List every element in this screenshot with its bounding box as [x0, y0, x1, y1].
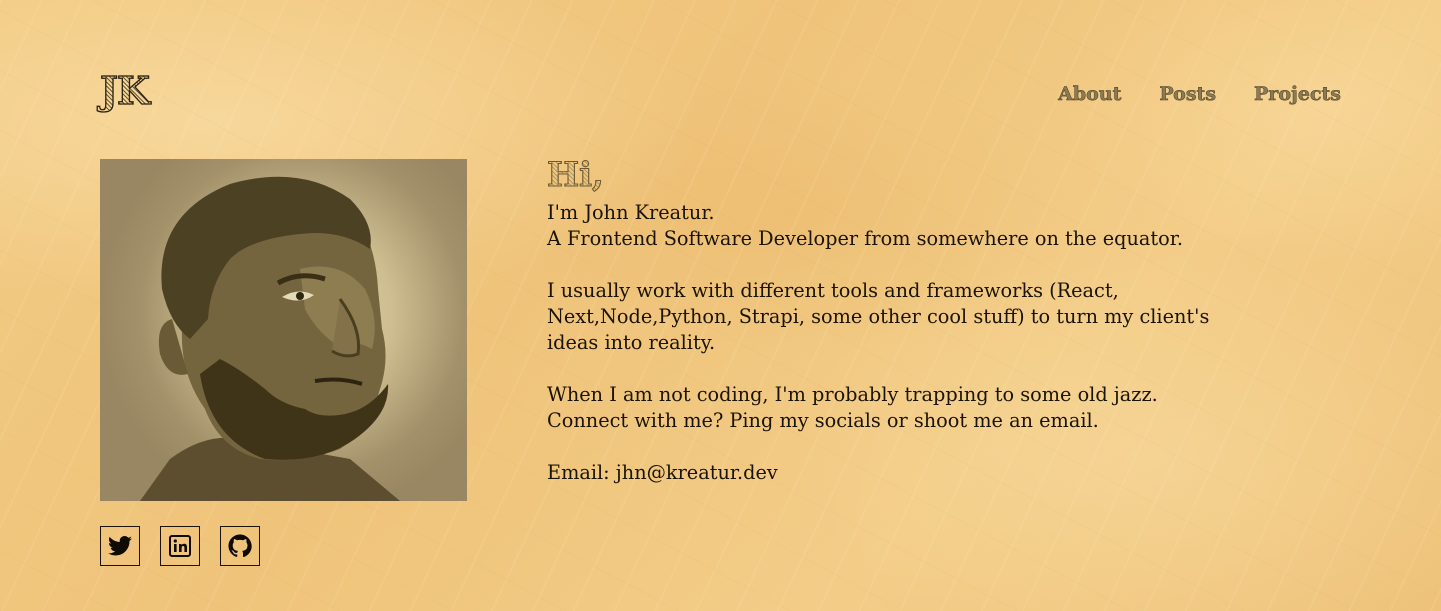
linkedin-link[interactable] [160, 526, 200, 566]
nav-link-posts[interactable]: Posts [1159, 84, 1216, 104]
tools-line: I usually work with different tools and … [547, 279, 1119, 302]
email-line[interactable]: Email: jhn@kreatur.dev [547, 460, 1267, 486]
nav-link-projects[interactable]: Projects [1254, 84, 1341, 104]
nav-link-about[interactable]: About [1058, 84, 1122, 104]
greeting-heading: Hi, [546, 155, 604, 195]
main-nav: About Posts Projects [1058, 84, 1341, 104]
site-logo[interactable]: JK [99, 71, 150, 110]
github-icon [228, 534, 252, 558]
tools-line: ideas into reality. [547, 331, 716, 354]
twitter-icon [108, 536, 132, 556]
tools-line: Next,Node,Python, Strapi, some other coo… [547, 305, 1210, 328]
linkedin-icon [169, 535, 191, 557]
profile-photo [100, 159, 467, 501]
github-link[interactable] [220, 526, 260, 566]
intro-line: I'm John Kreatur. [547, 201, 715, 224]
connect-line: Connect with me? Ping my socials or shoo… [547, 409, 1099, 432]
hobby-line: When I am not coding, I'm probably trapp… [547, 383, 1158, 406]
bio-text: I'm John Kreatur. A Frontend Software De… [547, 200, 1267, 486]
social-links [100, 526, 260, 566]
twitter-link[interactable] [100, 526, 140, 566]
intro-line: A Frontend Software Developer from somew… [547, 227, 1183, 250]
